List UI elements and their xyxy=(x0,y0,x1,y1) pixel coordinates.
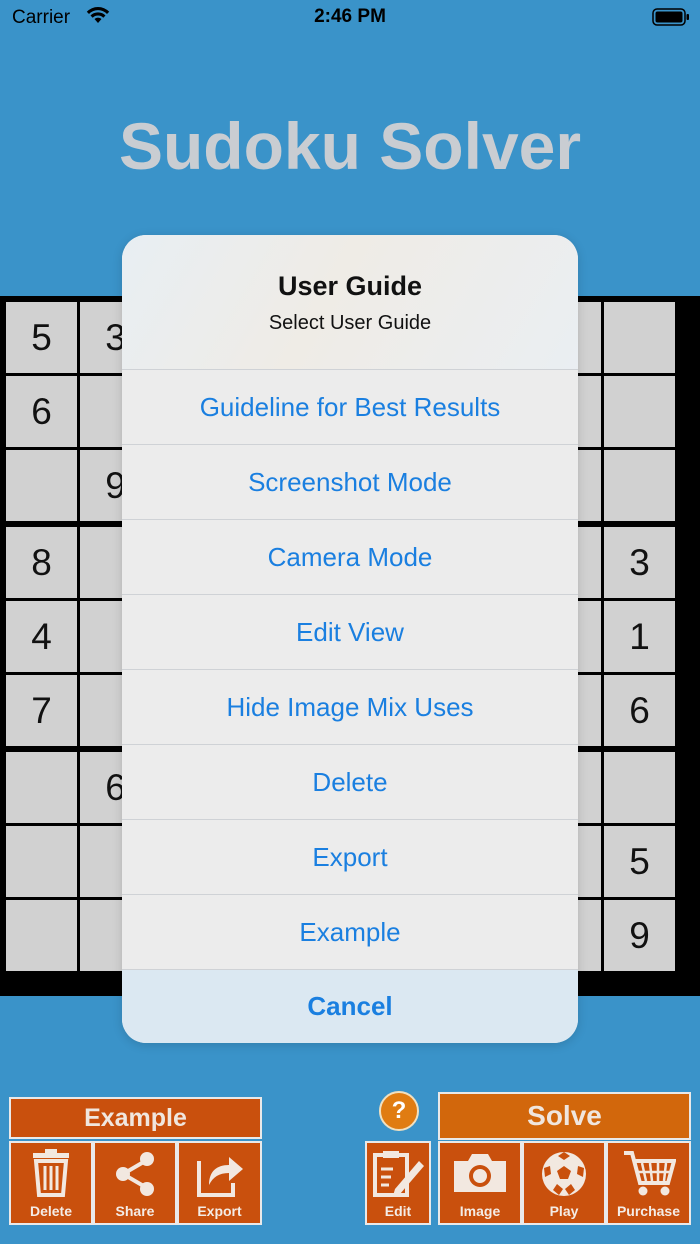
sudoku-cell[interactable] xyxy=(6,900,77,971)
sudoku-cell[interactable] xyxy=(604,302,675,373)
option-hide-image-mix-button[interactable]: Hide Image Mix Uses xyxy=(122,669,578,744)
cancel-button[interactable]: Cancel xyxy=(122,969,578,1043)
sudoku-cell[interactable]: 6 xyxy=(6,376,77,447)
edit-tool-button[interactable]: Edit xyxy=(365,1141,431,1225)
option-export-button[interactable]: Export xyxy=(122,819,578,894)
user-guide-alert: User Guide Select User Guide Guideline f… xyxy=(122,235,578,1043)
sudoku-cell[interactable] xyxy=(604,752,675,823)
export-icon xyxy=(196,1157,243,1197)
sudoku-cell[interactable] xyxy=(6,826,77,897)
sudoku-cell[interactable]: 8 xyxy=(6,527,77,598)
sudoku-cell[interactable]: 6 xyxy=(604,675,675,746)
trash-icon xyxy=(33,1149,69,1197)
sudoku-cell[interactable] xyxy=(604,450,675,521)
sudoku-cell[interactable]: 9 xyxy=(604,900,675,971)
image-tool-label: Image xyxy=(459,1203,501,1219)
image-tool-button[interactable]: Image xyxy=(438,1141,522,1225)
sudoku-cell[interactable]: 4 xyxy=(6,601,77,672)
solve-button[interactable]: Solve xyxy=(438,1092,691,1140)
battery-icon xyxy=(652,8,689,26)
option-edit-view-button[interactable]: Edit View xyxy=(122,594,578,669)
sudoku-cell[interactable] xyxy=(6,752,77,823)
sudoku-cell[interactable]: 1 xyxy=(604,601,675,672)
option-example-button[interactable]: Example xyxy=(122,894,578,969)
alert-title: User Guide xyxy=(277,271,423,301)
example-button[interactable]: Example xyxy=(9,1097,262,1139)
status-time: 2:46 PM xyxy=(314,6,386,27)
app-title: Sudoku Solver xyxy=(118,109,582,183)
sudoku-cell[interactable] xyxy=(604,376,675,447)
status-bar: Carrier 2:46 PM xyxy=(0,0,700,36)
purchase-tool-label: Purchase xyxy=(616,1203,681,1219)
option-screenshot-mode-button[interactable]: Screenshot Mode xyxy=(122,444,578,519)
camera-icon xyxy=(454,1154,506,1192)
sudoku-cell[interactable]: 3 xyxy=(604,527,675,598)
export-tool-button[interactable]: Export xyxy=(177,1141,262,1225)
option-camera-mode-button[interactable]: Camera Mode xyxy=(122,519,578,594)
edit-tool-label: Edit xyxy=(384,1203,412,1219)
soccer-ball-icon xyxy=(542,1152,586,1196)
purchase-tool-button[interactable]: Purchase xyxy=(606,1141,691,1225)
play-tool-button[interactable]: Play xyxy=(522,1141,606,1225)
delete-tool-button[interactable]: Delete xyxy=(9,1141,93,1225)
help-button[interactable]: ? xyxy=(379,1091,419,1131)
share-icon xyxy=(116,1152,154,1196)
edit-icon xyxy=(373,1151,424,1197)
alert-header: User Guide Select User Guide xyxy=(122,235,578,369)
option-delete-button[interactable]: Delete xyxy=(122,744,578,819)
share-tool-label: Share xyxy=(115,1203,155,1219)
sudoku-cell[interactable]: 5 xyxy=(6,302,77,373)
alert-subtitle: Select User Guide xyxy=(268,312,432,334)
delete-tool-label: Delete xyxy=(29,1203,73,1219)
cart-icon xyxy=(623,1151,676,1196)
option-guideline-button[interactable]: Guideline for Best Results xyxy=(122,369,578,444)
sudoku-cell[interactable] xyxy=(6,450,77,521)
sudoku-cell[interactable]: 7 xyxy=(6,675,77,746)
play-tool-label: Play xyxy=(549,1203,579,1219)
share-tool-button[interactable]: Share xyxy=(93,1141,177,1225)
sudoku-cell[interactable]: 5 xyxy=(604,826,675,897)
export-tool-label: Export xyxy=(197,1203,242,1219)
